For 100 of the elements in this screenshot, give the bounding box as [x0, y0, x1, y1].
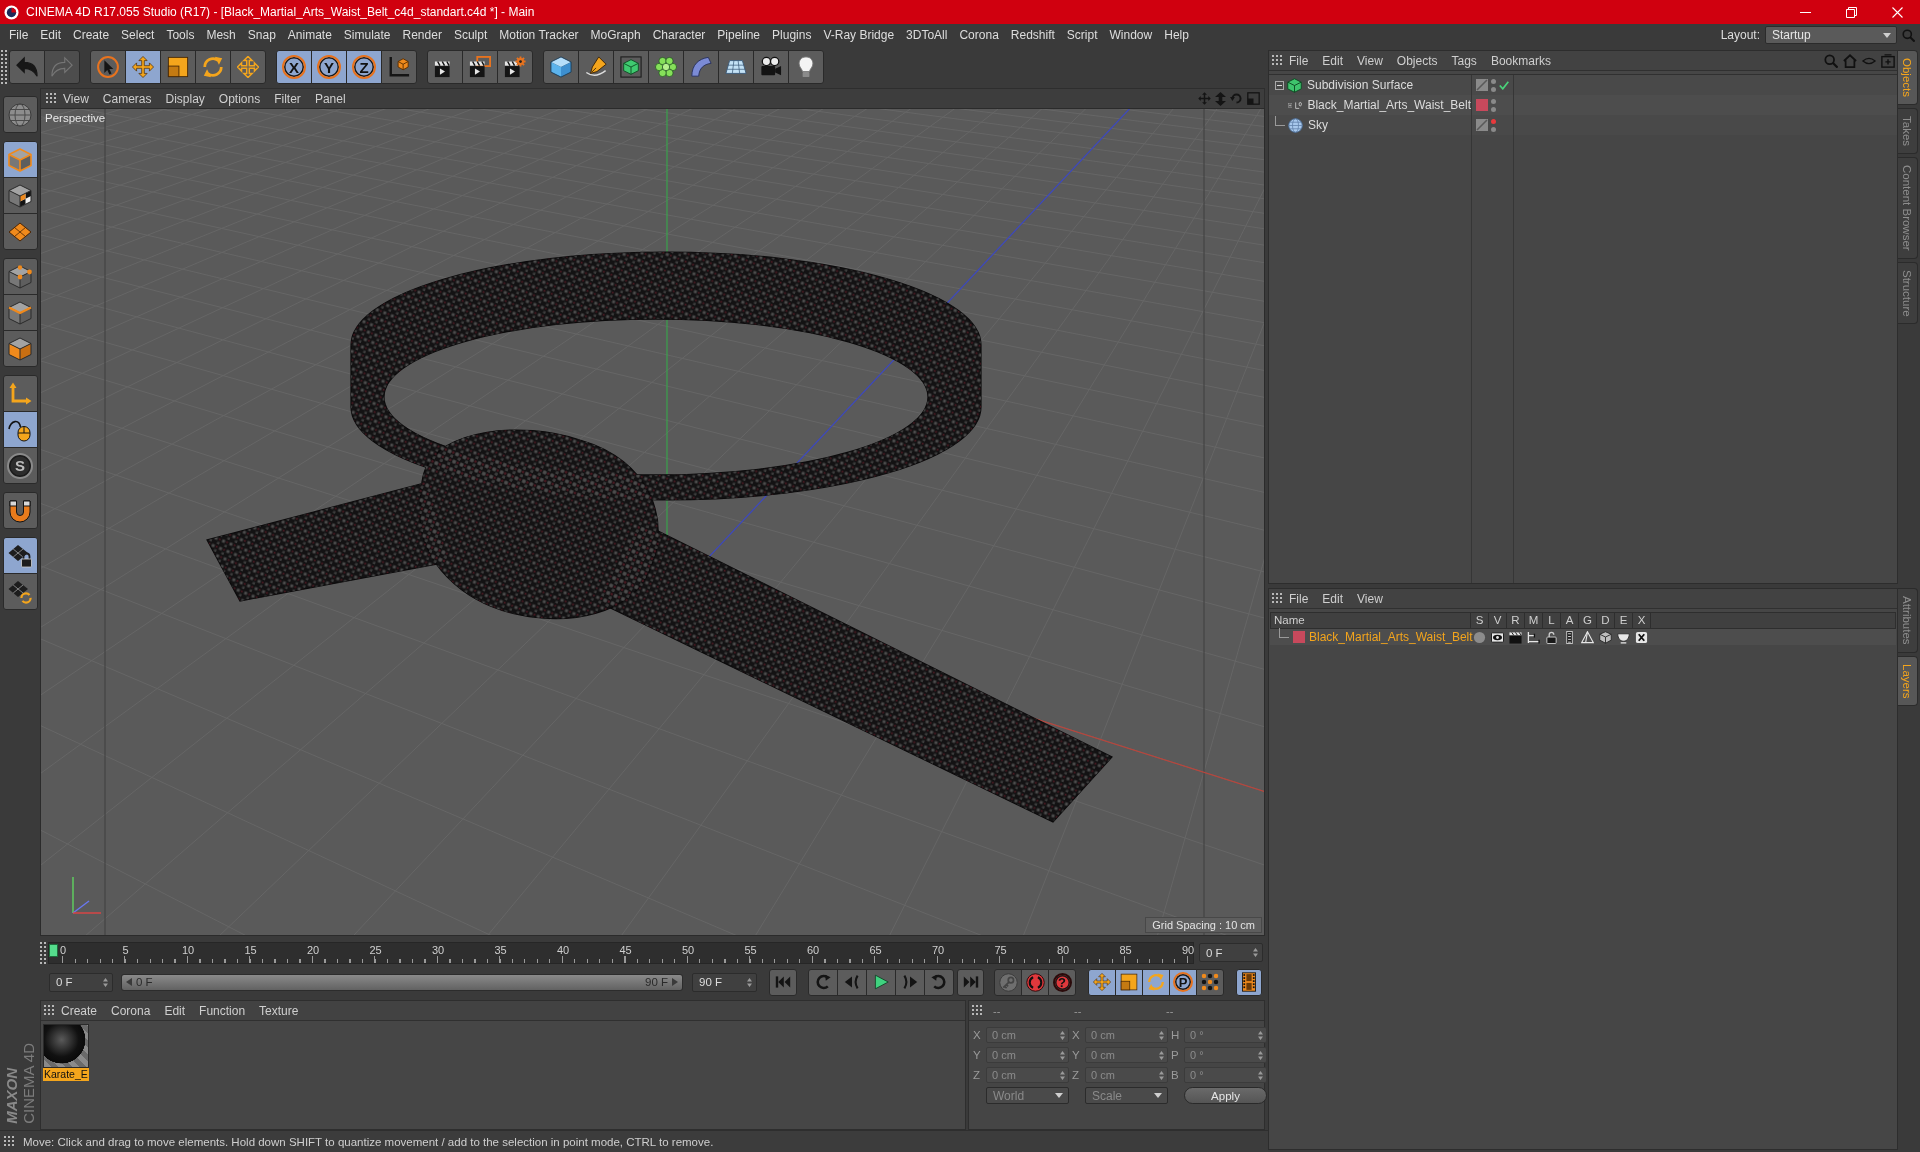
menu-item[interactable]: Edit [34, 27, 68, 43]
points-button[interactable] [2, 258, 38, 295]
column-header[interactable]: E [1615, 613, 1633, 628]
column-header[interactable]: G [1579, 613, 1597, 628]
menu-item[interactable]: Edit [1315, 52, 1351, 69]
solo-button[interactable]: S [2, 447, 38, 484]
object-name[interactable]: Sky [1308, 118, 1328, 132]
grip-icon[interactable] [1, 50, 7, 84]
menu-item[interactable]: 3DToAll [900, 27, 954, 43]
edges-button[interactable] [2, 294, 38, 331]
menu-item[interactable]: Objects [1389, 52, 1445, 69]
end-frame-field[interactable]: 90 F [692, 972, 757, 992]
material-name[interactable]: Karate_E [43, 1068, 89, 1081]
padlock-icon[interactable] [1544, 630, 1558, 644]
apply-button[interactable]: Apply [1184, 1087, 1267, 1104]
timeline-button[interactable] [1236, 968, 1262, 996]
grip-icon[interactable] [46, 92, 56, 105]
expand-box-icon[interactable] [1288, 100, 1293, 110]
collapse-box-icon[interactable] [1275, 80, 1284, 90]
menu-item[interactable]: Corona [953, 27, 1005, 43]
menu-item[interactable]: File [1282, 52, 1316, 69]
grip-icon[interactable] [44, 1004, 54, 1017]
side-tab[interactable]: Layers [1898, 655, 1918, 707]
column-header[interactable]: Name [1271, 613, 1471, 628]
grip-icon[interactable] [4, 1135, 14, 1148]
menu-item[interactable]: Cameras [95, 90, 159, 107]
subdivision-button[interactable] [613, 50, 649, 84]
help-button[interactable]: ? [1048, 968, 1076, 996]
light-button[interactable] [788, 50, 824, 84]
menu-item[interactable]: Render [396, 27, 448, 43]
menu-item[interactable]: Plugins [766, 27, 818, 43]
menu-item[interactable]: Animate [281, 27, 338, 43]
menu-item[interactable]: Window [1103, 27, 1159, 43]
grip-icon[interactable] [972, 1004, 982, 1017]
menu-item[interactable]: Corona [104, 1002, 158, 1019]
render-visibility-dot-icon[interactable] [1491, 86, 1496, 92]
tree-row[interactable]: Black_Martial_Arts_Waist_Belt [1269, 95, 1897, 115]
parameter-track-button[interactable]: P [1169, 968, 1197, 996]
eye-icon[interactable] [1490, 630, 1504, 644]
camera-button[interactable] [753, 50, 789, 84]
cube-button[interactable] [543, 50, 579, 84]
select-button[interactable] [90, 50, 126, 84]
layer-color-swatch[interactable] [1293, 631, 1305, 643]
object-name[interactable]: Black_Martial_Arts_Waist_Belt [1307, 98, 1471, 112]
column-header[interactable]: V [1489, 613, 1507, 628]
model-button[interactable] [2, 141, 38, 178]
render-visibility-dot-icon[interactable] [1491, 106, 1496, 112]
column-header[interactable]: A [1561, 613, 1579, 628]
play-button[interactable] [866, 968, 896, 996]
render-visibility-dot-icon[interactable] [1491, 126, 1496, 132]
column-header[interactable]: D [1597, 613, 1615, 628]
globe-button[interactable] [2, 96, 38, 133]
menu-item[interactable]: File [1282, 590, 1316, 607]
menu-item[interactable]: Script [1060, 27, 1104, 43]
menu-item[interactable]: File [3, 27, 35, 43]
column-header[interactable]: R [1507, 613, 1525, 628]
column-header[interactable]: L [1543, 613, 1561, 628]
hierarchy-icon[interactable] [1526, 630, 1540, 644]
grip-icon[interactable] [1272, 54, 1282, 67]
transform-button[interactable] [230, 50, 266, 84]
next-key-button[interactable] [924, 968, 954, 996]
bowl-icon[interactable] [1616, 630, 1630, 644]
menu-item[interactable]: Simulate [337, 27, 397, 43]
floor-button[interactable] [718, 50, 754, 84]
menu-item[interactable]: MoGraph [584, 27, 647, 43]
move-button[interactable] [125, 50, 161, 84]
check-icon[interactable] [1499, 80, 1509, 90]
menu-item[interactable]: Bookmarks [1483, 52, 1558, 69]
undo-button[interactable] [9, 50, 45, 84]
render-picture-button[interactable] [462, 50, 498, 84]
current-frame-field[interactable]: 0 F [1199, 943, 1263, 962]
editor-visibility-dot-icon[interactable] [1491, 78, 1496, 84]
start-frame-field[interactable]: 0 F [49, 972, 113, 992]
to-end-button[interactable] [957, 968, 984, 996]
tweak-button[interactable] [2, 411, 38, 448]
column-header[interactable]: S [1471, 613, 1489, 628]
playhead-marker[interactable] [49, 943, 58, 957]
menu-item[interactable]: Snap [241, 27, 282, 43]
menu-item[interactable]: Character [646, 27, 712, 43]
axis-button[interactable]: X [276, 50, 312, 84]
render-view-button[interactable] [427, 50, 463, 84]
timeline-ruler[interactable]: 0 5 10 15 20 25 30 35 40 45 50 55 60 65 70 75 80 85 90 [48, 941, 1194, 964]
menu-item[interactable]: Texture [252, 1002, 306, 1019]
menu-item[interactable]: Pipeline [711, 27, 767, 43]
column-header[interactable]: M [1525, 613, 1543, 628]
menu-item[interactable]: V-Ray Bridge [817, 27, 901, 43]
column-header[interactable]: X [1633, 613, 1651, 628]
pen-button[interactable] [578, 50, 614, 84]
menu-item[interactable]: Edit [157, 1002, 193, 1019]
solo-dot-icon[interactable] [1472, 630, 1486, 644]
layer-color-swatch[interactable] [1476, 99, 1488, 111]
menu-item[interactable]: Sculpt [447, 27, 494, 43]
menu-item[interactable]: Tags [1444, 52, 1484, 69]
menu-item[interactable]: View [56, 90, 96, 107]
menu-item[interactable]: Panel [307, 90, 353, 107]
menu-item[interactable]: Filter [267, 90, 308, 107]
menu-item[interactable]: View [1350, 590, 1390, 607]
menu-item[interactable]: Function [192, 1002, 253, 1019]
grid-lock-button[interactable] [2, 537, 38, 574]
prev-key-button[interactable] [808, 968, 838, 996]
